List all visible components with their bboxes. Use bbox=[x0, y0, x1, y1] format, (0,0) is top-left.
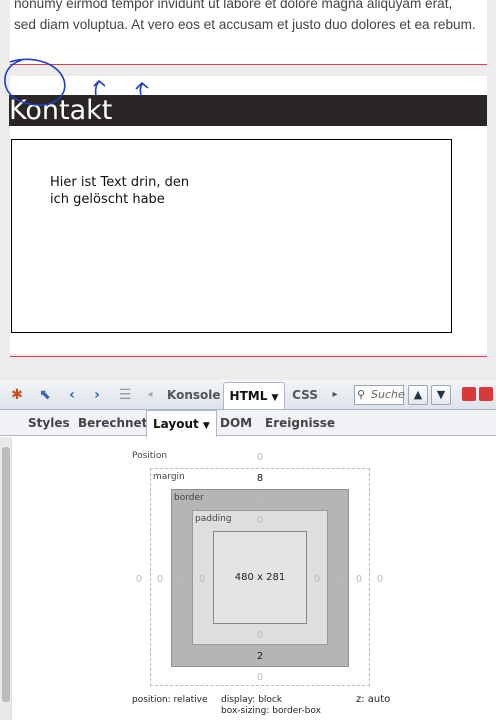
margin-right-value: 0 bbox=[355, 574, 363, 585]
divider-line-top bbox=[10, 64, 487, 65]
position-top-value: 0 bbox=[256, 452, 264, 463]
border-right-value: 0 bbox=[334, 574, 342, 585]
margin-bottom-value: 0 bbox=[256, 672, 264, 683]
subtab-ereignisse[interactable]: Ereignisse bbox=[265, 410, 335, 436]
search-up-button[interactable]: ▲ bbox=[408, 385, 428, 405]
layout-box-model: Position 0 margin 8 border 0 padding 0 4… bbox=[0, 437, 496, 720]
chevron-down-icon: ▼ bbox=[271, 393, 279, 403]
padding-label: padding bbox=[195, 514, 232, 524]
text-box[interactable]: Hier ist Text drin, den ich gelöscht hab… bbox=[11, 139, 452, 333]
padding-bottom-value: 0 bbox=[256, 630, 264, 641]
subtab-dom[interactable]: DOM bbox=[220, 410, 252, 436]
padding-top-value: 0 bbox=[256, 515, 264, 526]
position-right-value: 0 bbox=[376, 574, 384, 585]
kontakt-heading: Kontakt bbox=[9, 95, 487, 126]
inspect-icon[interactable]: ⬉ bbox=[36, 386, 54, 404]
border-top-value: 0 bbox=[256, 494, 264, 505]
search-input[interactable]: ⚲ Suche bbox=[354, 385, 405, 405]
chevron-down-icon: ▼ bbox=[202, 421, 210, 431]
search-placeholder: Suche bbox=[371, 388, 405, 401]
scroll-left-icon[interactable]: ◂ bbox=[145, 386, 155, 404]
webpage-preview: nonumy eirmod tempor invidunt ut labore … bbox=[0, 0, 496, 380]
margin-left-value: 0 bbox=[156, 574, 164, 585]
tab-css[interactable]: CSS bbox=[289, 382, 321, 409]
subtab-layout[interactable]: Layout ▼ bbox=[146, 410, 217, 437]
textbox-text: Hier ist Text drin, den ich gelöscht hab… bbox=[50, 175, 190, 207]
boxsizing-property: box-sizing: border-box bbox=[221, 706, 321, 716]
scrollbar-thumb[interactable] bbox=[2, 447, 10, 702]
padding-left-value: 0 bbox=[198, 574, 206, 585]
divider-line-bottom bbox=[10, 356, 487, 357]
forward-icon[interactable]: › bbox=[89, 386, 105, 404]
subtab-layout-label: Layout bbox=[153, 417, 199, 431]
side-panel-tabs: Styles Berechnet Layout ▼ DOM Ereignisse bbox=[0, 410, 496, 437]
border-left-value: 0 bbox=[177, 574, 185, 585]
tab-html-label: HTML bbox=[229, 389, 268, 403]
devtools-panel: ✱ ⬉ ‹ › ☰ ◂ Konsole HTML ▼ CSS ▸ ⚲ Suche… bbox=[0, 380, 496, 720]
position-label: Position bbox=[132, 451, 168, 461]
search-down-button[interactable]: ▼ bbox=[431, 385, 451, 405]
position-left-value: 0 bbox=[135, 574, 143, 585]
close-icon[interactable] bbox=[479, 387, 493, 401]
minimize-icon[interactable] bbox=[462, 387, 476, 401]
content-size: 480 x 281 bbox=[213, 531, 307, 624]
subtab-berechnet[interactable]: Berechnet bbox=[78, 410, 147, 436]
position-property: position: relative bbox=[132, 695, 208, 705]
breakpoint-list-icon[interactable]: ☰ bbox=[114, 386, 136, 404]
back-icon[interactable]: ‹ bbox=[64, 386, 80, 404]
devtools-toolbar: ✱ ⬉ ‹ › ☰ ◂ Konsole HTML ▼ CSS ▸ ⚲ Suche… bbox=[0, 380, 496, 410]
search-icon: ⚲ bbox=[357, 388, 366, 401]
margin-top-value: 8 bbox=[256, 473, 264, 484]
z-index-property: z: auto bbox=[356, 694, 391, 705]
subtab-styles[interactable]: Styles bbox=[28, 410, 70, 436]
scrollbar[interactable] bbox=[0, 437, 12, 720]
display-property: display: block bbox=[221, 695, 283, 705]
margin-label: margin bbox=[153, 472, 185, 482]
scroll-right-icon[interactable]: ▸ bbox=[330, 386, 340, 404]
padding-right-value: 0 bbox=[313, 574, 321, 585]
firebug-icon[interactable]: ✱ bbox=[8, 386, 26, 404]
border-label: border bbox=[174, 493, 204, 503]
lorem-paragraph: nonumy eirmod tempor invidunt ut labore … bbox=[14, 0, 476, 32]
tab-konsole[interactable]: Konsole bbox=[167, 382, 221, 409]
border-bottom-value: 2 bbox=[256, 651, 264, 662]
tab-html[interactable]: HTML ▼ bbox=[223, 382, 285, 409]
